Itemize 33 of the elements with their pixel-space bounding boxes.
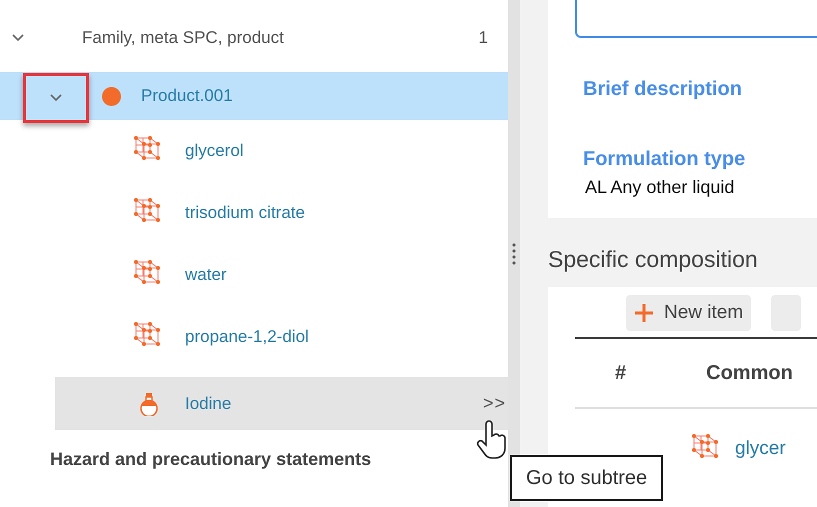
chevron-down-icon: [50, 94, 62, 102]
collapse-toggle[interactable]: [23, 73, 89, 123]
tree-node-label: trisodium citrate: [185, 202, 305, 224]
drag-handle-icon[interactable]: [512, 242, 516, 264]
text-field[interactable]: [575, 0, 817, 38]
tree-node-label: Iodine: [185, 392, 232, 415]
item-count: 1: [478, 27, 488, 50]
new-item-button[interactable]: New item: [626, 294, 752, 331]
hovered-tree-row[interactable]: Iodine >>: [55, 377, 508, 430]
tree-node-label: propane-1,2-diol: [185, 326, 309, 348]
tree-row[interactable]: glycerol: [55, 120, 508, 182]
selected-tree-row[interactable]: Product.001: [0, 72, 508, 120]
tree-node-label: water: [185, 264, 227, 286]
flask-icon: [139, 392, 159, 416]
table-cell[interactable]: glycer: [735, 434, 786, 464]
field-label: Formulation type: [583, 147, 746, 172]
column-header: Common: [706, 361, 793, 386]
tree-node-label[interactable]: Family, meta SPC, product: [82, 25, 284, 51]
section-heading: Hazard and precautionary statements: [50, 448, 372, 471]
column-header: #: [615, 361, 626, 386]
subtree-link[interactable]: >>: [482, 390, 506, 417]
tree-row[interactable]: water: [55, 244, 508, 306]
plus-icon: [634, 302, 654, 323]
section-title: Specific composition: [548, 245, 759, 274]
status-dot-icon: [102, 86, 121, 106]
field-value: AL Any other liquid: [585, 176, 736, 199]
field-label: Brief description: [583, 77, 743, 102]
tooltip: Go to subtree: [510, 455, 664, 501]
tree-node-label: glycerol: [185, 140, 244, 162]
chevron-down-icon: [12, 34, 24, 42]
tree-node-label: Product.001: [141, 85, 233, 108]
tree-row[interactable]: propane-1,2-diol: [55, 306, 508, 368]
tree-row[interactable]: trisodium citrate: [55, 182, 508, 244]
